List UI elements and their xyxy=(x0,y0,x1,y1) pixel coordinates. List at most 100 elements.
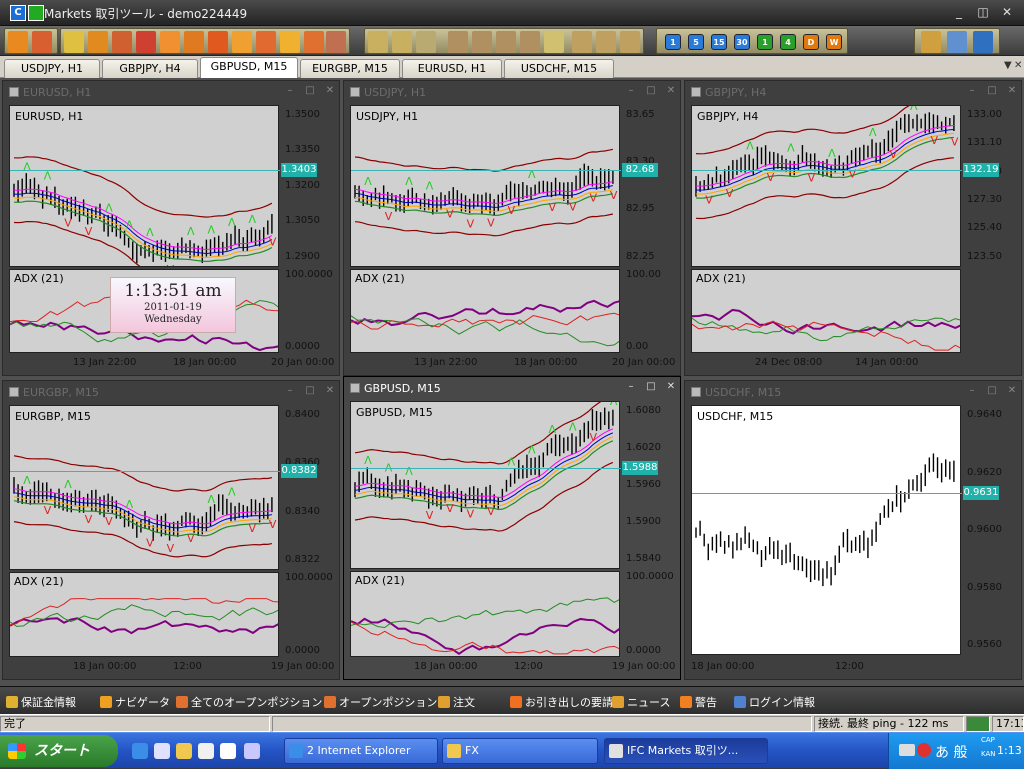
template-icon[interactable] xyxy=(947,31,967,53)
window-maximize-icon[interactable]: □ xyxy=(644,380,658,394)
price-chart[interactable]: EURUSD, H1ΛΛVVΛΛΛVΛΛΛΛV xyxy=(9,105,279,267)
desktop-quicklaunch-icon[interactable] xyxy=(154,743,170,759)
new-order-icon[interactable] xyxy=(160,31,180,53)
timeframe-button-6[interactable]: D xyxy=(803,34,819,50)
folder-quicklaunch-icon[interactable] xyxy=(176,743,192,759)
timeframe-button-7[interactable]: W xyxy=(826,34,842,50)
tab-gbpjpy-h4[interactable]: GBPJPY, H4 xyxy=(102,59,198,78)
chart-shift-icon[interactable] xyxy=(520,31,540,53)
close-button[interactable]: ✕ xyxy=(998,4,1016,20)
timeframe-button-2[interactable]: 15 xyxy=(711,34,727,50)
zoom-out-icon[interactable] xyxy=(472,31,492,53)
price-chart[interactable]: USDCHF, M15 xyxy=(691,405,961,655)
timeframe-button-5[interactable]: 4 xyxy=(780,34,796,50)
lock-icon[interactable] xyxy=(304,31,324,53)
navigator-tool-icon[interactable] xyxy=(88,31,108,53)
window-minimize-icon[interactable]: – xyxy=(965,84,979,98)
window-minimize-icon[interactable]: – xyxy=(624,84,638,98)
adx-indicator-panel[interactable]: ADX (21) xyxy=(9,571,279,657)
period-icon[interactable] xyxy=(544,31,564,53)
ie-quicklaunch-icon[interactable] xyxy=(132,743,148,759)
ime-icon[interactable] xyxy=(917,743,931,757)
bar-chart-icon[interactable] xyxy=(392,31,412,53)
adx-indicator-panel[interactable]: ADX (21) xyxy=(350,268,620,353)
signals-icon[interactable] xyxy=(256,31,276,53)
window-maximize-icon[interactable]: □ xyxy=(985,384,999,398)
chart-window-eurgbp[interactable]: EURGBP, M15– □ ✕ EURGBP, M15 Λ V Λ V V Λ V V V Λ Λ V V 0.… xyxy=(2,380,340,680)
chart-window-icon[interactable] xyxy=(921,31,941,53)
window-close-icon[interactable]: ✕ xyxy=(323,384,337,398)
tabs-close-icon[interactable]: ✕ xyxy=(1014,60,1022,71)
tray-clock[interactable]: 1:13 xyxy=(997,744,1022,757)
tab-gbpusd-m15[interactable]: GBPUSD, M15 xyxy=(200,57,298,79)
autoscroll-icon[interactable] xyxy=(496,31,516,53)
minimize-button[interactable]: _ xyxy=(950,4,968,20)
help-icon[interactable] xyxy=(973,31,993,53)
app-quicklaunch-icon[interactable] xyxy=(244,743,260,759)
chart-window-usdjpy[interactable]: USDJPY, H1– □ ✕ USDJPY, H1 Λ V Λ Λ V V V V Λ V V V V 83.6… xyxy=(343,80,681,376)
panel-tab-navigator[interactable]: ナビゲータ xyxy=(100,694,170,710)
start-button[interactable]: スタート xyxy=(0,735,118,767)
price-chart[interactable]: GBPJPY, H4 V V Λ V Λ V Λ V Λ V Λ V V xyxy=(691,105,961,267)
panel-tab-all-positions[interactable]: 全てのオープンポジション xyxy=(176,694,322,710)
panel-tab-news[interactable]: ニュース xyxy=(612,694,670,710)
window-close-icon[interactable]: ✕ xyxy=(664,84,678,98)
chart-window-gbpusd[interactable]: GBPUSD, M15–□✕GBPUSD, M15ΛΛΛVVVVΛΛΛΛVΛ1.… xyxy=(343,376,681,680)
open-profile-icon[interactable] xyxy=(32,31,52,53)
grid-icon[interactable] xyxy=(620,31,640,53)
line-chart-icon[interactable] xyxy=(416,31,436,53)
terminal-icon[interactable] xyxy=(112,31,132,53)
window-close-icon[interactable]: ✕ xyxy=(1005,384,1019,398)
tab-eurusd-h1[interactable]: EURUSD, H1 xyxy=(402,59,502,78)
taskbar-task-1[interactable]: FX xyxy=(442,738,598,764)
timeframe-button-4[interactable]: 1 xyxy=(757,34,773,50)
window-minimize-icon[interactable]: – xyxy=(283,84,297,98)
history-icon[interactable] xyxy=(208,31,228,53)
window-minimize-icon[interactable]: – xyxy=(624,380,638,394)
timeframe-button-0[interactable]: 1 xyxy=(665,34,681,50)
tab-usdchf-m15[interactable]: USDCHF, M15 xyxy=(504,59,614,78)
panel-tab-orders[interactable]: 注文 xyxy=(438,694,475,710)
panel-tab-alert[interactable]: 警告 xyxy=(680,694,717,710)
window-close-icon[interactable]: ✕ xyxy=(1005,84,1019,98)
keyboard-icon[interactable] xyxy=(899,744,915,756)
crosshair-icon[interactable] xyxy=(368,31,388,53)
tester-icon[interactable] xyxy=(136,31,156,53)
trendline-icon[interactable] xyxy=(572,31,592,53)
window-maximize-icon[interactable]: □ xyxy=(303,84,317,98)
window-maximize-icon[interactable]: □ xyxy=(303,384,317,398)
panel-tab-margin[interactable]: 保証金情報 xyxy=(6,694,76,710)
notepad-quicklaunch-icon[interactable] xyxy=(198,743,214,759)
timeframe-button-3[interactable]: 30 xyxy=(734,34,750,50)
price-chart[interactable]: GBPUSD, M15ΛΛΛVVVVΛΛΛΛVΛ xyxy=(350,401,620,569)
window-minimize-icon[interactable]: – xyxy=(283,384,297,398)
taskbar-task-0[interactable]: 2 Internet Explorer xyxy=(284,738,438,764)
price-chart[interactable]: USDJPY, H1 Λ V Λ Λ V V V V Λ V V V V xyxy=(350,105,620,267)
fibonacci-icon[interactable] xyxy=(596,31,616,53)
doc-quicklaunch-icon[interactable] xyxy=(220,743,236,759)
market-watch-icon[interactable] xyxy=(64,31,84,53)
panel-tab-withdrawal[interactable]: お引き出しの要請 xyxy=(510,694,613,710)
taskbar-task-2[interactable]: IFC Markets 取引ツ... xyxy=(604,738,768,764)
chart-window-usdchf[interactable]: USDCHF, M15– □ ✕ USDCHF, M15 0.9640 0.9620 0.9… xyxy=(684,380,1022,680)
zoom-in-icon[interactable] xyxy=(448,31,468,53)
adx-indicator-panel[interactable]: ADX (21) xyxy=(350,570,620,657)
panel-tab-positions[interactable]: オープンポジション xyxy=(324,694,437,710)
window-minimize-icon[interactable]: – xyxy=(965,384,979,398)
tab-usdjpy-h1[interactable]: USDJPY, H1 xyxy=(4,59,100,78)
tabs-menu-icon[interactable]: ▼ xyxy=(1004,60,1012,71)
alerts-tool-icon[interactable] xyxy=(280,31,300,53)
expert-icon[interactable] xyxy=(184,31,204,53)
window-maximize-icon[interactable]: □ xyxy=(644,84,658,98)
restore-button[interactable]: ◫ xyxy=(974,4,992,20)
window-close-icon[interactable]: ✕ xyxy=(323,84,337,98)
account-icon[interactable] xyxy=(326,31,346,53)
chart-window-gbpjpy[interactable]: GBPJPY, H4 – □ ✕ GBPJPY, H4 V V Λ V Λ V Λ V Λ V Λ V V 133.… xyxy=(684,80,1022,376)
tab-eurgbp-m15[interactable]: EURGBP, M15 xyxy=(300,59,400,78)
window-close-icon[interactable]: ✕ xyxy=(664,380,678,394)
window-maximize-icon[interactable]: □ xyxy=(985,84,999,98)
ime-mode[interactable]: あ 般 xyxy=(935,742,967,762)
panel-tab-login-info[interactable]: ログイン情報 xyxy=(734,694,815,710)
new-chart-icon[interactable] xyxy=(8,31,28,53)
adx-indicator-panel[interactable]: ADX (21) xyxy=(691,268,961,353)
